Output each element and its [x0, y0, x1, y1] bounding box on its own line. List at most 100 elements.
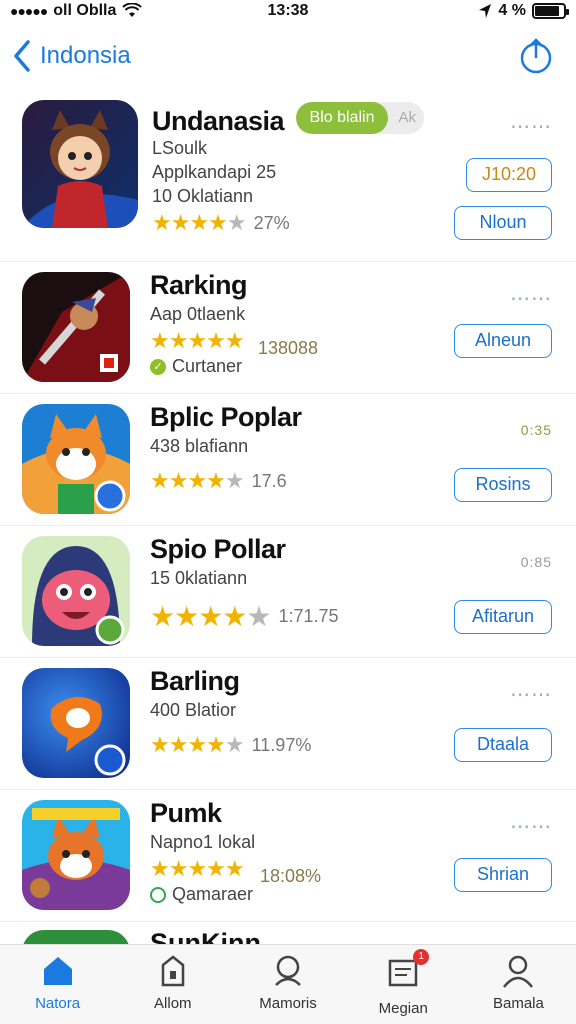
- home-icon: [43, 957, 72, 985]
- tab-label: Megian: [378, 1000, 428, 1017]
- app-info: Barling 400 Blatior ★★★★★ 11.97%: [150, 664, 446, 758]
- chat-bubble-icon: [22, 668, 130, 778]
- fox-icon: [22, 404, 130, 514]
- stat-number: 18:08%: [260, 866, 322, 886]
- list-item[interactable]: Undanasia Blo blalin Ak LSoulk Applkanda…: [0, 94, 576, 262]
- app-info: Bplic Poplar 438 blafiann ★★★★★ 17.6: [150, 400, 446, 494]
- tab-home[interactable]: Natora: [0, 945, 115, 1024]
- person-icon: [503, 955, 534, 988]
- app-subtitle: 438 blafiann: [150, 436, 249, 456]
- app-icon[interactable]: [22, 800, 130, 910]
- tag-green-label: Blo blalin: [296, 102, 388, 134]
- share-icon[interactable]: [518, 36, 554, 76]
- app-subtitle: LSoulk: [152, 138, 208, 158]
- star-rating: ★★★★★: [150, 328, 245, 353]
- app-title: Pumk: [150, 798, 222, 828]
- notification-badge: 1: [413, 949, 430, 965]
- tab-label: Allom: [154, 995, 192, 1012]
- tab-label: Mamoris: [259, 995, 317, 1012]
- status-bar: ●●●●● oll Oblla 13:38 4 %: [0, 0, 576, 24]
- app-title-peek: SunKinn: [150, 928, 261, 944]
- tab-profile[interactable]: Bamala: [461, 945, 576, 1024]
- list-item[interactable]: Barling 400 Blatior ★★★★★ 11.97% ⋯⋯ Dtaa…: [0, 658, 576, 790]
- tag-grey-label: Ak: [398, 109, 416, 126]
- get-button[interactable]: Shrian: [454, 858, 552, 892]
- app-meta: Applkandapi 25: [152, 162, 277, 182]
- rating-text: 27%: [253, 212, 290, 233]
- tab-store[interactable]: Allom: [115, 945, 230, 1024]
- time-button[interactable]: J10:20: [466, 158, 552, 192]
- tab-bar: Natora Allom Mamoris 1 Megian Bamala: [0, 944, 576, 1024]
- more-icon[interactable]: ⋯⋯: [510, 682, 552, 707]
- stat-number: 138088: [258, 338, 319, 358]
- store-icon: [161, 955, 185, 987]
- star-rating: ★★★★★: [150, 856, 245, 881]
- app-icon[interactable]: [22, 668, 130, 778]
- app-icon[interactable]: [22, 272, 130, 382]
- app-title: Undanasia: [152, 106, 285, 136]
- app-downloads: 10 Oklatiann: [152, 186, 254, 206]
- get-button[interactable]: Afitarun: [454, 600, 552, 634]
- app-info: Spio Pollar 15 0klatiann ★★★★★ 1:71.75: [150, 532, 446, 633]
- battery-icon: [532, 3, 569, 19]
- app-title: Spio Pollar: [150, 534, 286, 564]
- app-icon[interactable]: [22, 404, 130, 514]
- updates-icon-wrap: 1: [385, 949, 430, 994]
- fox-adventure-icon: [22, 800, 130, 910]
- app-icon[interactable]: [22, 536, 130, 646]
- battery-fill: [535, 6, 559, 16]
- more-icon[interactable]: ⋯⋯: [510, 286, 552, 311]
- rating-text: 11.97%: [251, 734, 312, 755]
- more-icon[interactable]: ⋯⋯: [510, 114, 552, 139]
- star-rating: ★★★★★: [152, 210, 247, 235]
- list-item[interactable]: Bplic Poplar 438 blafiann ★★★★★ 17.6 0:3…: [0, 394, 576, 526]
- tab-label: Bamala: [492, 995, 544, 1012]
- location-icon: [479, 4, 492, 18]
- chevron-left-icon: [14, 40, 30, 72]
- tab-updates[interactable]: 1 Megian: [346, 945, 461, 1024]
- get-button[interactable]: Dtaala: [454, 728, 552, 762]
- back-button[interactable]: Indonsia: [10, 38, 131, 74]
- rating-text: 17.6: [251, 470, 287, 491]
- app-subtitle: Aap 0tlaenk: [150, 304, 246, 324]
- search-icon: [275, 955, 301, 986]
- list-item[interactable]: Spio Pollar 15 0klatiann ★★★★★ 1:71.75 0…: [0, 526, 576, 658]
- get-button[interactable]: Nloun: [454, 206, 552, 240]
- status-right: 4 %: [478, 2, 569, 20]
- warrior-icon: [22, 272, 130, 382]
- creature-icon: [22, 536, 130, 646]
- app-info: Rarking Aap 0tlaenk ★★★★★ ✓ Curtaner: [150, 268, 446, 378]
- cat-hero-icon: [22, 100, 138, 228]
- category-label: Qamaraer: [172, 884, 254, 904]
- app-subtitle: 400 Blatior: [150, 700, 237, 720]
- tab-label: Natora: [35, 995, 81, 1012]
- rating-row: ★★★★★ 27%: [152, 210, 446, 236]
- more-icon[interactable]: ⋯⋯: [510, 814, 552, 839]
- tab-search[interactable]: Mamoris: [230, 945, 345, 1024]
- get-button[interactable]: Rosins: [454, 468, 552, 502]
- more-text[interactable]: 0:85: [521, 554, 552, 570]
- nav-bar: Indonsia: [0, 30, 576, 86]
- star-rating: ★★★★★: [150, 601, 272, 632]
- check-icon: ✓: [150, 359, 166, 376]
- battery-percent: 4 %: [498, 2, 526, 19]
- star-rating: ★★★★★: [150, 732, 245, 757]
- more-text[interactable]: 0:35: [521, 422, 552, 438]
- tag-pill[interactable]: Blo blalin Ak: [296, 102, 424, 134]
- rating-row: ★★★★★ 11.97%: [150, 732, 446, 758]
- app-subtitle: Napno1 lokal: [150, 832, 256, 852]
- app-title: Rarking: [150, 270, 248, 300]
- app-title: Barling: [150, 666, 240, 696]
- back-label: Indonsia: [40, 42, 131, 69]
- app-title: Bplic Poplar: [150, 402, 302, 432]
- app-subtitle: 15 0klatiann: [150, 568, 248, 588]
- star-rating: ★★★★★: [150, 468, 245, 493]
- rating-row: ★★★★★ 17.6: [150, 468, 446, 494]
- list-item[interactable]: Pumk Napno1 lokal ★★★★★ Qamaraer 18:08% …: [0, 790, 576, 922]
- get-button[interactable]: Alneun: [454, 324, 552, 358]
- list-item[interactable]: Rarking Aap 0tlaenk ★★★★★ ✓ Curtaner 1380…: [0, 262, 576, 394]
- category-label: Curtaner: [172, 356, 243, 376]
- rating-text: 1:71.75: [278, 606, 339, 626]
- ring-icon: [150, 887, 166, 904]
- app-icon[interactable]: [22, 100, 138, 228]
